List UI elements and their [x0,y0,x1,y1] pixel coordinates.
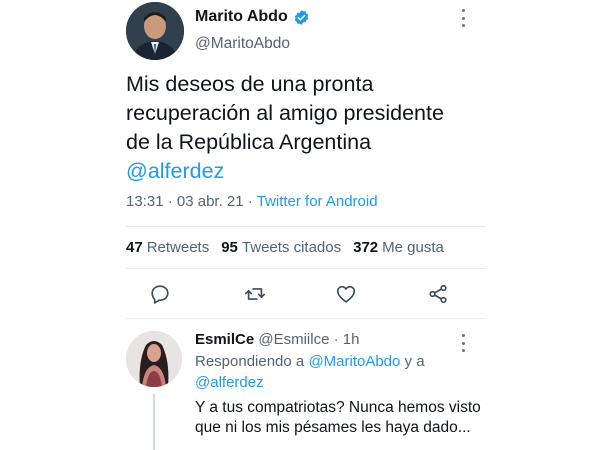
reply-header: EsmilCe @Esmiilce · 1h [195,331,359,348]
retweets-stat[interactable]: 47 Retweets [126,239,209,256]
replying-and: y a [400,353,425,370]
author-name-text[interactable]: Marito Abdo [195,8,288,26]
share-icon[interactable] [424,280,452,308]
reply-age[interactable]: 1h [343,331,360,348]
author-avatar[interactable] [126,2,184,60]
tweet-text-line: Mis deseos de una pronta [126,72,374,96]
tweet-metadata: 13:31 · 03 abr. 21 · Twitter for Android [126,193,378,210]
more-options-icon[interactable] [455,9,471,27]
likes-stat[interactable]: 372 Me gusta [353,239,444,256]
tweet-text-line: de la República Argentina [126,130,372,154]
reply-icon[interactable] [146,280,174,308]
retweets-label: Retweets [146,239,210,256]
reply-text: Y a tus compatriotas? Nunca hemos visto … [195,399,481,436]
mention-link[interactable]: @alferdez [126,157,486,186]
author-handle[interactable]: @MaritoAbdo [195,35,290,53]
divider [126,268,486,269]
mention-link[interactable]: @alferdez [195,374,264,391]
author-name[interactable]: Marito Abdo [195,8,310,26]
replying-prefix: Respondiendo a [195,353,309,370]
reply-author-name[interactable]: EsmilCe [195,331,254,348]
thread-line [153,394,155,450]
quotes-label: Tweets citados [241,239,342,256]
reply-more-options-icon[interactable] [455,334,471,352]
reply-author-handle[interactable]: @Esmiilce [258,331,329,348]
engagement-stats: 47 Retweets 95 Tweets citados 372 Me gusta [126,239,444,256]
meta-separator: · [243,193,257,210]
retweets-count: 47 [126,239,143,256]
tweet-text: Mis deseos de una pronta recuperación al… [126,70,486,186]
like-icon[interactable] [332,280,360,308]
retweet-icon[interactable] [241,280,269,308]
quotes-count: 95 [221,239,238,256]
tweet-source-link[interactable]: Twitter for Android [257,193,378,210]
tweet-detail-view: Marito Abdo @MaritoAbdo Mis deseos de un… [0,0,600,450]
divider [126,226,486,227]
tweet-action-bar [126,280,476,310]
likes-count: 372 [353,239,379,256]
reply-separator: · [329,331,343,348]
mention-link[interactable]: @MaritoAbdo [308,353,400,370]
tweet-time[interactable]: 13:31 [126,193,164,210]
replying-to: Respondiendo a @MaritoAbdo y a @alferdez [195,351,475,393]
verified-badge-icon [293,9,310,26]
quotes-stat[interactable]: 95 Tweets citados [221,239,341,256]
likes-label: Me gusta [382,239,444,256]
divider [126,318,486,319]
tweet-text-line: recuperación al amigo presidente [126,101,444,125]
tweet-date[interactable]: 03 abr. 21 [177,193,244,210]
reply-author-avatar[interactable] [126,331,182,387]
meta-separator: · [163,193,177,210]
